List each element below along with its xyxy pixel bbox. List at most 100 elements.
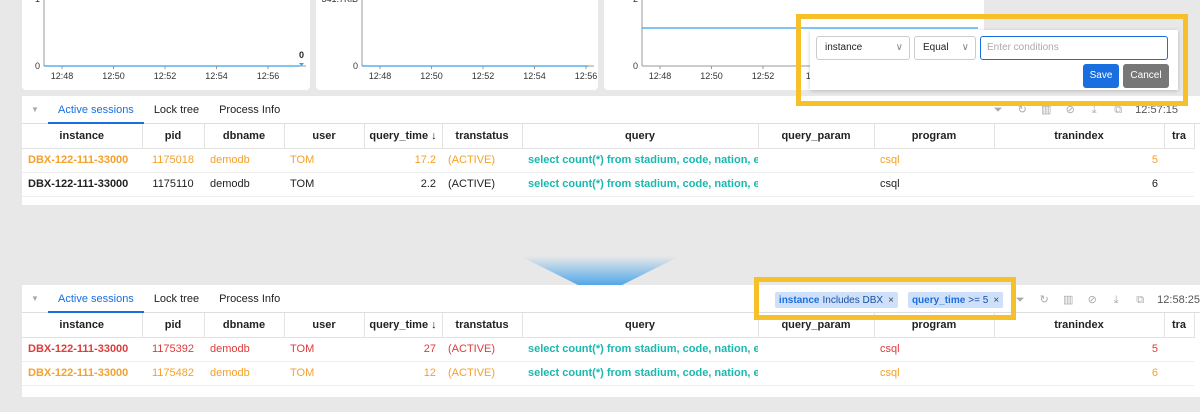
copy-icon[interactable]: ⧉ [1133,293,1147,307]
cell-tra [1164,172,1194,197]
cell-query-time: 12 [364,361,442,386]
column-header-pid[interactable]: pid [142,313,205,338]
y-tick-top: 2 [633,0,638,4]
cell-user: TOM [284,172,364,197]
column-header-transtatus[interactable]: transtatus [442,313,523,338]
column-header-instance[interactable]: instance [22,313,143,338]
filter-popup: instance ∨ Equal ∨ Enter conditions Save… [810,30,1178,90]
session-panel-bottom: ▼ Active sessions Lock tree Process Info… [22,285,1200,397]
x-tick-label: 12:56 [257,71,280,81]
cell-query-time: 2.2 [364,172,442,197]
cell-instance: DBX-122-111-33000 [22,361,142,386]
column-header-program[interactable]: program [874,124,995,149]
highlight-box-filters [754,277,1016,320]
sessions-table: instance pid dbname user query_time ↓ transta… [22,313,1195,386]
cell-transtatus: (ACTIVE) [442,172,522,197]
column-header-query[interactable]: query [522,313,759,338]
table-row[interactable]: DBX-122-111-33000 1175110 demodb TOM 2.2 (ACT… [22,172,1194,197]
filter-field-value: instance [825,42,863,53]
cell-tra [1164,337,1194,362]
cell-user: TOM [284,361,364,386]
cell-tra [1164,361,1194,386]
tab-active-sessions[interactable]: Active sessions [48,285,144,313]
x-tick-label: 12:54 [205,71,228,81]
collapse-caret-icon[interactable]: ▼ [22,105,48,114]
column-header-tra[interactable]: tra [1164,124,1195,149]
tab-lock-tree[interactable]: Lock tree [144,285,209,313]
header-row: instance pid dbname user query_time ↓ transta… [22,313,1195,338]
tab-active-sessions[interactable]: Active sessions [48,96,144,124]
column-header-query[interactable]: query [522,124,759,149]
session-panel-top: ▼ Active sessions Lock tree Process Info… [22,96,1200,205]
cell-query-param [758,361,874,386]
column-header-tranindex[interactable]: tranindex [994,124,1165,149]
tab-lock-tree[interactable]: Lock tree [144,96,209,124]
sessions-table: instance pid dbname user query_time ↓ transta… [22,124,1195,197]
cell-program: csql [874,361,994,386]
cell-query: select count(*) from stadium, code, nati… [522,361,758,386]
chevron-down-icon: ∨ [895,42,903,53]
cell-query-time: 17.2 [364,148,442,173]
x-tick-label: 12:50 [420,71,443,81]
cell-tranindex: 6 [994,172,1164,197]
y-tick-bottom: 0 [633,61,638,71]
x-tick-label: 12:48 [51,71,74,81]
cell-program: csql [874,172,994,197]
table-row[interactable]: DBX-122-111-33000 1175482 demodb TOM 12 (ACTI… [22,361,1194,386]
table-row[interactable]: DBX-122-111-33000 1175018 demodb TOM 17.2 (AC… [22,148,1194,173]
tab-process-info[interactable]: Process Info [209,96,290,124]
collapse-caret-icon[interactable]: ▼ [22,294,48,303]
table-row[interactable]: DBX-122-111-33000 1175392 demodb TOM 27 (ACTI… [22,337,1194,362]
x-tick-label: 12:54 [523,71,546,81]
columns-icon[interactable]: ▥ [1061,293,1075,307]
cell-tranindex: 5 [994,337,1164,362]
cell-program: csql [874,337,994,362]
cell-pid: 1175392 [142,337,204,362]
cell-dbname: demodb [204,337,284,362]
column-header-dbname[interactable]: dbname [204,313,285,338]
column-header-transtatus[interactable]: transtatus [442,124,523,149]
y-tick-bottom: 0 [35,61,40,71]
column-header-pid[interactable]: pid [142,124,205,149]
cell-query-param [758,337,874,362]
cell-user: TOM [284,148,364,173]
cell-query: select count(*) from stadium, code, nati… [522,148,758,173]
filter-operator-select[interactable]: Equal ∨ [914,36,976,60]
cell-dbname: demodb [204,361,284,386]
cell-transtatus: (ACTIVE) [442,337,522,362]
cell-pid: 1175018 [142,148,204,173]
column-header-user[interactable]: user [284,124,365,149]
cell-query-param [758,172,874,197]
column-header-query-time[interactable]: query_time ↓ [364,124,443,149]
mini-chart: 1 0 12:48 12:50 12:52 12:54 12:56 0 [35,0,306,81]
filter-condition-input[interactable]: Enter conditions [980,36,1168,60]
column-header-dbname[interactable]: dbname [204,124,285,149]
cell-instance: DBX-122-111-33000 [22,337,142,362]
cell-instance: DBX-122-111-33000 [22,148,142,173]
cancel-button[interactable]: Cancel [1123,64,1169,88]
refresh-icon[interactable]: ↻ [1037,293,1051,307]
x-tick-label: 12:56 [575,71,598,81]
column-header-user[interactable]: user [284,313,365,338]
cell-user: TOM [284,337,364,362]
save-button[interactable]: Save [1083,64,1119,88]
block-icon[interactable]: ⊘ [1085,293,1099,307]
x-tick-label: 12:48 [649,71,672,81]
cell-query: select count(*) from stadium, code, nati… [522,172,758,197]
tab-process-info[interactable]: Process Info [209,285,290,313]
x-tick-label: 12:52 [154,71,177,81]
filter-field-select[interactable]: instance ∨ [816,36,910,60]
download-icon[interactable]: ⤓ [1109,293,1123,307]
column-header-tranindex[interactable]: tranindex [994,313,1165,338]
cell-pid: 1175110 [142,172,204,197]
column-header-query-time[interactable]: query_time ↓ [364,313,443,338]
column-header-tra[interactable]: tra [1164,313,1195,338]
cell-program: csql [874,148,994,173]
cell-tranindex: 6 [994,361,1164,386]
cell-pid: 1175482 [142,361,204,386]
x-tick-label: 12:52 [472,71,495,81]
filter-operator-value: Equal [923,42,949,53]
column-header-query-param[interactable]: query_param [758,124,875,149]
column-header-instance[interactable]: instance [22,124,143,149]
y-tick-top: 1 [35,0,40,4]
